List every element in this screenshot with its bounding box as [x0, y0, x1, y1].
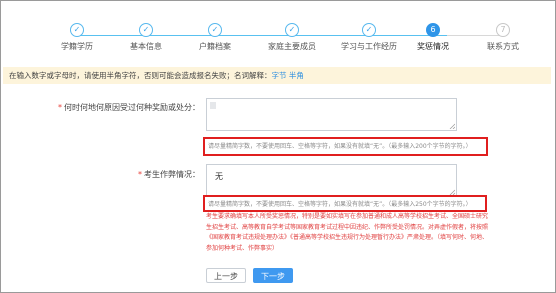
step-label: 奖惩情况 — [417, 42, 449, 51]
award-label: * 何时何地何原因受过何种奖励或处分： — [40, 102, 200, 113]
step-2[interactable]: ✓ 基本信息 — [106, 23, 186, 52]
step-label: 基本信息 — [130, 42, 162, 51]
step-label: 学籍学历 — [61, 42, 93, 51]
step-check-icon: ✓ — [208, 23, 222, 37]
step-label: 户籍档案 — [199, 42, 231, 51]
cheat-label: * 考生作弊情况： — [100, 169, 200, 180]
step-7[interactable]: 7 联系方式 — [463, 23, 543, 52]
step-label: 联系方式 — [487, 42, 519, 51]
step-check-icon: ✓ — [362, 23, 376, 37]
step-6[interactable]: 6 奖惩情况 — [393, 23, 473, 52]
progress-stepper: ✓ 学籍学历 ✓ 基本信息 ✓ 户籍档案 ✓ 家庭主要成员 ✓ 学习与工作经历 … — [0, 0, 556, 58]
award-textarea[interactable] — [206, 98, 457, 131]
step-label: 家庭主要成员 — [268, 42, 316, 51]
award-hint: 请尽量精简字数，不要使用回车、空格等字符，如果没有就填“无”。（最多输入200个… — [208, 143, 472, 150]
required-star: * — [58, 103, 62, 112]
step-number-badge: 6 — [426, 23, 440, 37]
notice-banner: 在输入数字或字母时，请使用半角字符，否则可能会造成报名失败；名词解释：字节 半角 — [3, 67, 551, 84]
step-4[interactable]: ✓ 家庭主要成员 — [252, 23, 332, 52]
notice-text: 在输入数字或字母时，请使用半角字符，否则可能会造成报名失败；名词解释： — [9, 71, 272, 80]
required-star: * — [138, 170, 142, 179]
step-1[interactable]: ✓ 学籍学历 — [37, 23, 117, 52]
cheat-warning: 考生要求确填写本人所受奖惩情况，特别是要如实填写在参加普通和成人高等学校招生考试… — [206, 213, 489, 252]
step-check-icon: ✓ — [285, 23, 299, 37]
glossary-link-byte[interactable]: 字节 — [272, 71, 287, 80]
step-check-icon: ✓ — [70, 23, 84, 37]
step-number-badge: 7 — [496, 23, 510, 37]
glossary-link-halfwidth[interactable]: 半角 — [289, 71, 304, 80]
cheat-label-text: 考生作弊情况： — [144, 170, 200, 179]
resize-handle-icon[interactable] — [449, 123, 455, 129]
award-label-text: 何时何地何原因受过何种奖励或处分： — [64, 103, 200, 112]
cheat-hint: 请尽量精简字数，不要使用回车、空格等字符，如果没有就填“无”。（最多输入250个… — [208, 201, 472, 208]
step-3[interactable]: ✓ 户籍档案 — [175, 23, 255, 52]
cheat-value: 无 — [215, 172, 223, 181]
step-check-icon: ✓ — [139, 23, 153, 37]
cheat-textarea[interactable]: 无 — [206, 164, 457, 197]
next-step-button[interactable]: 下一步 — [253, 268, 293, 283]
prev-step-button[interactable]: 上一步 — [206, 268, 246, 283]
input-avatar-icon — [210, 102, 216, 109]
